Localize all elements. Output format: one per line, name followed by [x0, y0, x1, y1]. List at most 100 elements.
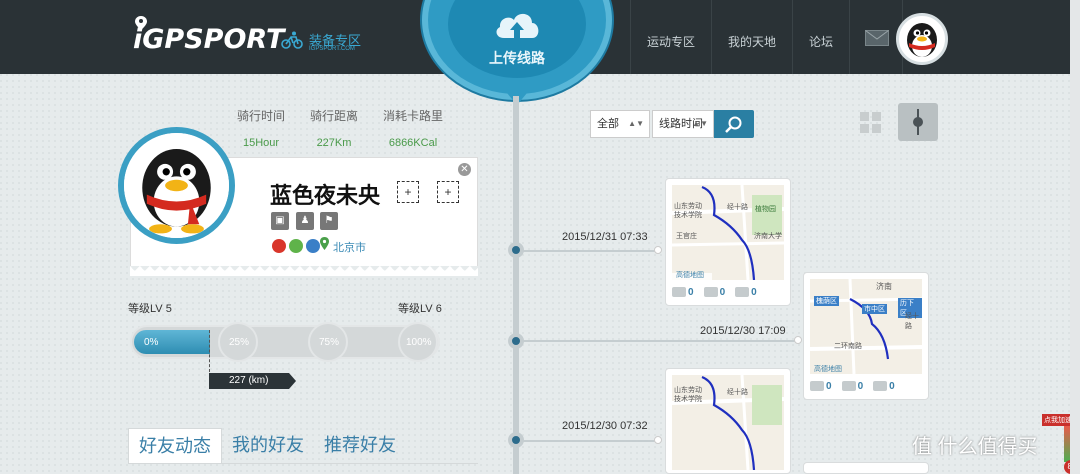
equip-zone-sub: IGPSPORT.COM	[309, 46, 355, 52]
stat-ride-distance: 骑行距离 227Km	[294, 107, 374, 149]
tab-my-friends[interactable]: 我的好友	[222, 428, 314, 463]
route-card-actions: 0 0 0	[810, 379, 922, 393]
timeline-date: 2015/12/30 07:32	[562, 420, 648, 432]
profile-avatar[interactable]	[118, 127, 235, 244]
timeline-node	[508, 242, 524, 258]
penguin-avatar-icon	[124, 133, 229, 238]
timeline-node	[508, 432, 524, 448]
timeline-date: 2015/12/30 17:09	[700, 325, 786, 337]
route-map[interactable]: 山东劳动 技术学院 经十路 植物园 王官庄 济南大学 高德地图	[672, 185, 784, 280]
level-current: 等级LV 5	[128, 303, 172, 315]
stat-ride-time: 骑行时间 15Hour	[221, 107, 301, 149]
stat-value: 6866KCal	[388, 137, 438, 149]
share-arrow-icon	[735, 286, 750, 297]
stat-calories: 消耗卡路里 6866KCal	[373, 107, 453, 149]
route-map[interactable]: 山东劳动 技术学院 经十路	[672, 375, 784, 470]
map-label: 植物园	[755, 206, 776, 213]
tab-recommended-friends[interactable]: 推荐好友	[314, 428, 406, 463]
weibo-icon[interactable]	[272, 239, 286, 253]
progress-tick: 75%	[319, 337, 340, 348]
card-connector-knob	[794, 336, 802, 344]
tab-friend-feed[interactable]: 好友动态	[128, 428, 222, 463]
heart-icon	[810, 380, 824, 391]
nav-my-space[interactable]: 我的天地	[711, 0, 792, 74]
timeline-date: 2015/12/31 07:33	[562, 231, 648, 243]
timeline-node	[508, 333, 524, 349]
share-button[interactable]: 0	[873, 381, 895, 392]
level-next: 等级LV 6	[398, 303, 442, 315]
mail-icon	[865, 30, 890, 46]
add-friend-button[interactable]: +	[437, 181, 459, 203]
watermark-text: 值 什么值得买	[912, 436, 1038, 458]
map-label: 技术学院	[674, 396, 702, 403]
nav-sport-zone[interactable]: 运动专区	[630, 0, 711, 74]
stat-label: 骑行时间	[236, 109, 285, 123]
map-label: 市中区	[862, 304, 887, 314]
sort-select[interactable]: 线路时间 ▲▼	[652, 110, 714, 138]
header-avatar[interactable]	[896, 13, 948, 65]
search-button[interactable]	[714, 110, 754, 138]
nav-forum[interactable]: 论坛	[792, 0, 849, 74]
wechat-icon[interactable]	[289, 239, 303, 253]
share-count: 0	[751, 286, 757, 298]
stat-value: 227Km	[316, 137, 352, 149]
like-count: 0	[826, 380, 832, 392]
scope-select[interactable]: 全部 ▲▼	[590, 110, 650, 138]
comment-button[interactable]: 0	[703, 287, 725, 298]
comment-icon	[841, 380, 856, 391]
people-icon[interactable]: ♟	[296, 212, 314, 230]
logo[interactable]: iGPSPORT	[133, 24, 284, 55]
timeline-icon	[913, 109, 923, 135]
share-arrow-icon	[873, 380, 888, 391]
card-connector-knob	[654, 436, 662, 444]
heart-icon	[672, 286, 686, 297]
stat-label: 消耗卡路里	[382, 109, 443, 123]
mail-button[interactable]	[849, 0, 904, 74]
route-card[interactable]: 山东劳动 技术学院 经十路 植物园 王官庄 济南大学 高德地图 0 0 0	[665, 178, 791, 306]
share-icon[interactable]	[306, 239, 320, 253]
profile-username: 蓝色夜未央	[270, 183, 381, 208]
like-count: 0	[688, 286, 694, 298]
friends-tabs: 好友动态 我的好友 推荐好友	[128, 428, 478, 464]
map-label: 技术学院	[674, 212, 702, 219]
like-button[interactable]: 0	[810, 381, 832, 392]
page-scrollbar[interactable]	[1070, 0, 1080, 474]
timeline-connector	[520, 250, 660, 252]
route-card[interactable]: 山东劳动 技术学院 经十路	[665, 368, 791, 474]
main-nav: 运动专区 我的天地 论坛	[630, 0, 904, 74]
map-label: 经十路	[727, 389, 748, 396]
grid-view-icon[interactable]	[860, 112, 882, 134]
map-label: 经十路	[727, 204, 748, 211]
progress-tick: 25%	[229, 337, 250, 348]
equip-zone-link[interactable]: 装备专区 IGPSPORT.COM	[281, 30, 361, 52]
map-logo: 高德地图	[676, 272, 704, 279]
chevron-down-icon: ▲▼	[692, 119, 708, 128]
route-card[interactable]	[803, 462, 929, 474]
profile-city: 北京市	[333, 242, 366, 254]
route-map[interactable]: 济南 槐荫区 市中区 历下区 经十路 二环南路 高德地图	[810, 279, 922, 374]
comment-button[interactable]: 0	[841, 380, 863, 392]
location-pin-icon	[320, 237, 329, 250]
share-button[interactable]: 0	[735, 287, 757, 298]
chevron-down-icon: ▲▼	[628, 119, 644, 128]
distance-marker-arrow	[289, 373, 296, 389]
map-logo: 高德地图	[814, 366, 842, 373]
route-card[interactable]: 济南 槐荫区 市中区 历下区 经十路 二环南路 高德地图 0 0 0	[803, 272, 929, 400]
like-button[interactable]: 0	[672, 287, 694, 298]
progress-marker	[209, 330, 210, 372]
close-icon[interactable]: ✕	[458, 163, 471, 176]
progress-tick: 100%	[406, 337, 432, 348]
map-label: 经十路	[905, 313, 919, 330]
map-label: 王官庄	[676, 233, 697, 240]
timeline-view-button[interactable]	[898, 103, 938, 141]
follow-button[interactable]: +	[397, 181, 419, 203]
id-card-icon[interactable]: ▣	[271, 212, 289, 230]
distance-marker: 227 (km)	[209, 373, 289, 389]
profile-card-edge	[130, 266, 478, 276]
timeline-connector	[520, 440, 660, 442]
share-person-icon[interactable]: ⚑	[320, 212, 338, 230]
map-label: 二环南路	[834, 343, 862, 350]
stat-value: 15Hour	[242, 137, 280, 149]
watermark: 值 什么值得买	[912, 430, 1038, 459]
map-label: 槐荫区	[814, 296, 839, 306]
